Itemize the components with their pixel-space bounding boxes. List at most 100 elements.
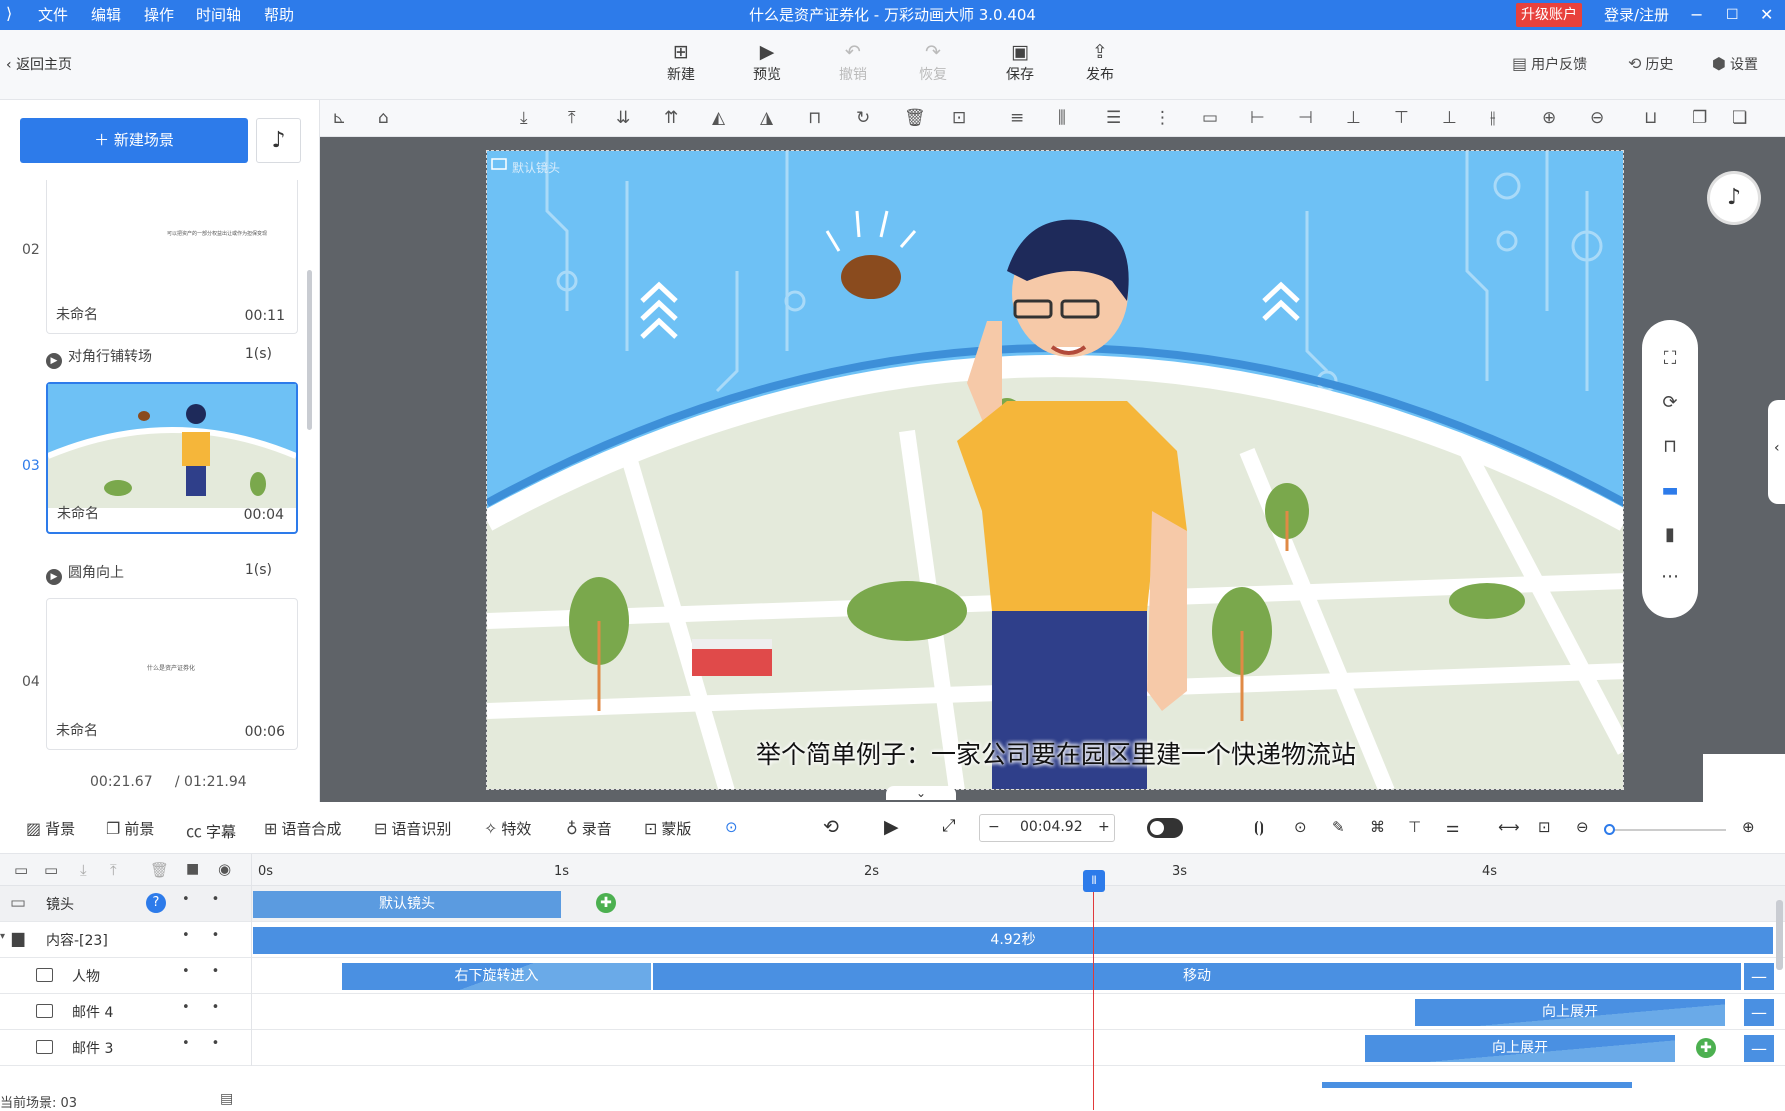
collapse-button[interactable]: — [1744,1035,1774,1062]
upgrade-button[interactable]: 升级账户 [1516,3,1582,27]
background-button[interactable]: ▨ 背景 [26,818,75,839]
delete-icon[interactable]: 🗑 [150,861,169,879]
foreground-button[interactable]: ❐ 前景 [106,818,154,839]
mask-button[interactable]: ⊡ 蒙版 [644,818,691,839]
zoom-out-icon[interactable]: ⊖ [1576,818,1589,836]
paste-icon[interactable]: ❏ [1732,108,1747,128]
row-toggles[interactable]: •• [182,928,241,943]
timeline-bar[interactable]: 向上展开 [1365,1035,1675,1062]
zoom-out-icon[interactable]: ⊖ [1590,108,1604,128]
scene-card-02[interactable]: 可以把资产的一部分权益出让或作为担保变现 未命名 00:11 [46,180,298,334]
collapse-panel-tab[interactable]: ‹ [1768,400,1785,504]
top-edge-icon[interactable]: ⊤ [1394,108,1409,128]
add-keyframe-icon[interactable]: ✚ [596,893,616,913]
feedback-link[interactable]: ▤ 用户反馈 [1512,54,1587,74]
settings-link[interactable]: ⬢ 设置 [1712,54,1758,74]
center-h-icon[interactable]: ⊥ [1346,108,1361,128]
rotate-icon[interactable]: ↻ [856,108,870,128]
subtitle-button[interactable]: ㏄字幕 [186,818,236,842]
align-right-icon[interactable]: ⊣ [1298,108,1313,128]
ruler-icon[interactable]: ⊾ [332,108,346,128]
caret-down-icon[interactable]: ▾ [0,931,5,942]
new-button[interactable]: ⊞ 新建 [651,40,711,84]
more-icon[interactable]: ⊙ [725,818,738,836]
add-keyframe-icon[interactable]: ✚ [1696,1038,1716,1058]
redo-button[interactable]: ↷ 恢复 [903,40,963,84]
scene-panel-scrollbar[interactable] [307,270,312,430]
timeline-row-content[interactable]: ▾ ▆ 内容-[23] •• 4.92秒 [0,922,1785,958]
zoom-in-icon[interactable]: ⊕ [1742,818,1755,836]
rotate-lock-icon[interactable]: ⟳ [1642,392,1698,413]
playhead-handle[interactable]: ⦀ [1083,870,1105,892]
transition-item[interactable]: ▶ 圆角向上 1(s) [46,562,296,585]
same-width-icon[interactable]: ▭ [1202,108,1218,128]
center-v-icon[interactable]: ⫲ [1490,108,1496,128]
notes-icon[interactable]: ▤ [220,1091,233,1107]
camera-keyframe-icon[interactable]: ⦗⦘ [1254,818,1264,836]
delete-icon[interactable]: 🗑 [904,108,926,128]
fullscreen-icon[interactable]: ⤢ [942,816,956,836]
mobile-icon[interactable]: ▮ [1642,524,1698,545]
minimize-icon[interactable]: − [1690,0,1703,30]
timeline-scrollbar[interactable] [1776,900,1783,970]
row-toggles[interactable]: •• [182,1000,241,1015]
flip-vertical-icon[interactable]: ◮ [760,108,773,128]
time-value[interactable]: 00:04.92 [1020,819,1083,835]
timeline-bar[interactable]: 右下旋转进入 [342,963,651,990]
undo-button[interactable]: ↶ 撤销 [823,40,883,84]
timeline-row-person[interactable]: 人物 •• 右下旋转进入 移动 — [0,958,1785,994]
tts-button[interactable]: ⊞ 语音合成 [264,818,341,839]
plus-button[interactable]: + [1098,819,1110,835]
add-folder-icon[interactable]: ▭ [44,861,58,879]
time-ruler[interactable]: 0s 1s 2s 3s 4s [252,854,1785,886]
music-icon[interactable]: ♪ [256,118,301,163]
zoom-slider-handle[interactable] [1604,824,1615,835]
speech-recognition-button[interactable]: ⊟ 语音识别 [374,818,451,839]
align-center-icon[interactable]: ≡ [1010,108,1024,128]
music-icon[interactable]: ♪ [1710,174,1758,222]
copy-icon[interactable]: ❐ [1692,108,1707,128]
more-icon[interactable]: ⋯ [1642,566,1698,587]
row-toggles[interactable]: •• [182,892,241,907]
help-icon[interactable]: ? [146,893,166,913]
row-toggles[interactable]: •• [182,964,241,979]
record-button[interactable]: ♁ 录音 [566,818,612,839]
timeline-bar[interactable]: 4.92秒 [253,927,1773,954]
screenshot-icon[interactable]: ⊙ [1294,818,1307,836]
timeline-row-camera[interactable]: ▭ 镜头 ? •• 默认镜头 ✚ [0,886,1785,922]
zoom-in-icon[interactable]: ⊕ [1542,108,1556,128]
back-home-link[interactable]: ‹ 返回主页 [6,54,72,74]
effects-button[interactable]: ✧ 特效 [484,818,531,839]
brush-icon[interactable]: ⌘ [1370,818,1385,836]
close-icon[interactable]: ✕ [1760,0,1773,30]
collapse-button[interactable]: — [1744,963,1774,990]
one-to-one-icon[interactable]: ⊡ [1538,818,1551,836]
move-up-icon[interactable]: ⤒ [110,861,117,879]
collapse-button[interactable]: — [1744,999,1774,1026]
align-middle-icon[interactable]: ⫼ [1058,108,1066,128]
lock-icon[interactable]: ⊓ [808,108,821,128]
align-top-icon[interactable]: ⤒ [568,108,576,128]
distribute-h-icon[interactable]: ⋮ [1154,108,1171,128]
lock-icon[interactable]: ■ [186,861,199,877]
edit-icon[interactable]: ✎ [1332,818,1345,836]
new-scene-button[interactable]: ＋ 新建场景 [20,118,248,163]
replay-icon[interactable]: ⟲ [823,816,839,838]
zoom-slider[interactable] [1604,824,1726,835]
save-button[interactable]: ▣ 保存 [990,40,1050,84]
timeline-bar[interactable]: 移动 [653,963,1741,990]
publish-button[interactable]: ⇪ 发布 [1070,40,1130,84]
unlock-icon[interactable]: ⊓ [1642,436,1698,457]
scene-card-04[interactable]: 什么是资产证券化 未命名 00:06 [46,598,298,750]
sliders-icon[interactable]: ⚌ [1446,818,1459,836]
login-link[interactable]: 登录/注册 [1604,0,1669,30]
filter-icon[interactable]: ⊤ [1408,818,1421,836]
history-link[interactable]: ⟲ 历史 [1628,54,1673,74]
preview-button[interactable]: ▶ 预览 [737,40,797,84]
subtitle-caption[interactable]: 举个简单例子：一家公司要在园区里建一个快递物流站 [487,735,1623,771]
time-input[interactable]: − 00:04.92 + [979,814,1115,842]
timeline-row-mail-4[interactable]: 邮件 4 •• 向上展开 — [0,994,1785,1030]
scene-card-03[interactable]: 未命名 00:04 [46,382,298,534]
maximize-icon[interactable]: ☐ [1726,0,1739,30]
minus-button[interactable]: − [988,819,1000,835]
